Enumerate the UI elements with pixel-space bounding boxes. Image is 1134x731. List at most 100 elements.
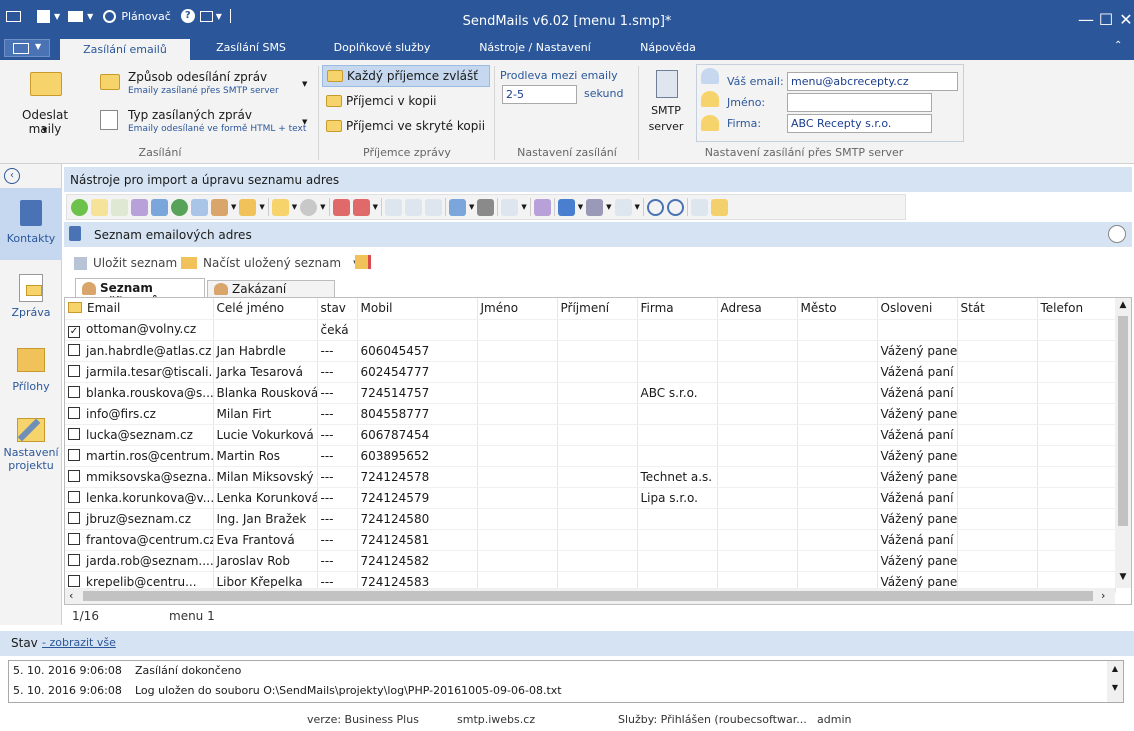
edit-icon[interactable] bbox=[424, 198, 442, 216]
cell-lastname[interactable] bbox=[557, 403, 638, 425]
cell-salutation[interactable]: Vážená paní bbox=[877, 424, 958, 446]
at-sign-icon[interactable] bbox=[300, 198, 318, 216]
table-row[interactable]: jarmila.tesar@tiscali... Jarka Tesarová --… bbox=[65, 361, 1116, 383]
cell-status[interactable]: --- bbox=[317, 424, 358, 446]
cell-mobile[interactable]: 724124579 bbox=[357, 487, 478, 509]
tab-tools[interactable]: Nástroje / Nastavení bbox=[470, 36, 600, 60]
cell-address[interactable] bbox=[717, 508, 798, 530]
history-icon[interactable] bbox=[1108, 225, 1126, 243]
cell-phone[interactable] bbox=[1037, 319, 1116, 341]
table-row[interactable]: info@firs.cz Milan Firt --- 804558777 Vážený… bbox=[65, 403, 1116, 425]
row-checkbox[interactable] bbox=[68, 532, 80, 545]
column-header-status[interactable]: stav bbox=[317, 298, 358, 320]
cell-lastname[interactable] bbox=[557, 319, 638, 341]
cell-fullname[interactable]: Blanka Rousková bbox=[213, 382, 318, 404]
column-header-address[interactable]: Adresa bbox=[717, 298, 798, 320]
cell-mobile[interactable]: 724124582 bbox=[357, 550, 478, 572]
row-checkbox[interactable] bbox=[68, 553, 80, 566]
cell-phone[interactable] bbox=[1037, 508, 1116, 530]
cell-status[interactable]: --- bbox=[317, 487, 358, 509]
cell-company[interactable] bbox=[637, 445, 718, 467]
cell-phone[interactable] bbox=[1037, 445, 1116, 467]
column-header-phone[interactable]: Telefon bbox=[1037, 298, 1116, 320]
cell-address[interactable] bbox=[717, 466, 798, 488]
cell-state[interactable] bbox=[957, 319, 1038, 341]
cell-city[interactable] bbox=[797, 550, 878, 572]
cell-mobile[interactable]: 606787454 bbox=[357, 424, 478, 446]
cell-address[interactable] bbox=[717, 529, 798, 551]
chevron-left-icon[interactable]: ‹ bbox=[69, 589, 73, 602]
cell-phone[interactable] bbox=[1037, 487, 1116, 509]
cell-phone[interactable] bbox=[1037, 550, 1116, 572]
name-input[interactable] bbox=[787, 93, 932, 112]
column-header-city[interactable]: Město bbox=[797, 298, 878, 320]
message-type-dropdown[interactable]: Typ zasílaných zpráv Emaily odesílané ve… bbox=[96, 106, 316, 140]
table-row[interactable]: lenka.korunkova@v... Lenka Korunková --- 72… bbox=[65, 487, 1116, 509]
preview-icon[interactable] bbox=[690, 198, 708, 216]
cell-fullname[interactable]: Milan Firt bbox=[213, 403, 318, 425]
cell-fullname[interactable]: Lenka Korunková bbox=[213, 487, 318, 509]
row-checkbox[interactable] bbox=[68, 427, 80, 440]
database-icon[interactable] bbox=[131, 198, 148, 216]
save-list-button[interactable]: Uložit seznam bbox=[74, 253, 177, 273]
cell-lastname[interactable] bbox=[557, 445, 638, 467]
chevron-up-icon[interactable]: ▲ bbox=[1115, 300, 1131, 310]
cell-mobile[interactable]: 602454777 bbox=[357, 361, 478, 383]
cell-company[interactable] bbox=[637, 550, 718, 572]
load-list-button[interactable]: Načíst uložený seznam ▼ bbox=[181, 253, 359, 273]
cell-company[interactable]: Technet a.s. bbox=[637, 466, 718, 488]
cell-city[interactable] bbox=[797, 508, 878, 530]
cell-city[interactable] bbox=[797, 382, 878, 404]
cell-fullname[interactable]: Jan Habrdle bbox=[213, 340, 318, 362]
cell-mobile[interactable]: 804558777 bbox=[357, 403, 478, 425]
cell-firstname[interactable] bbox=[477, 340, 558, 362]
check-icon[interactable] bbox=[557, 198, 575, 216]
cell-company[interactable]: Lipa s.r.o. bbox=[637, 487, 718, 509]
chevron-down-icon[interactable]: ▼ bbox=[1107, 683, 1123, 692]
cell-firstname[interactable] bbox=[477, 550, 558, 572]
cell-phone[interactable] bbox=[1037, 340, 1116, 362]
row-checkbox[interactable] bbox=[68, 574, 80, 587]
cell-firstname[interactable] bbox=[477, 487, 558, 509]
chevron-down-icon[interactable]: ▼ bbox=[521, 203, 526, 211]
cell-salutation[interactable]: Vážená paní bbox=[877, 529, 958, 551]
row-checkbox[interactable] bbox=[68, 511, 80, 524]
import-icon[interactable] bbox=[151, 198, 168, 216]
cell-status[interactable]: --- bbox=[317, 529, 358, 551]
cell-status[interactable]: --- bbox=[317, 550, 358, 572]
cell-email[interactable]: info@firs.cz bbox=[65, 403, 214, 425]
cell-email[interactable]: jan.habrdle@atlas.cz bbox=[65, 340, 214, 362]
column-header-email[interactable]: Email bbox=[65, 298, 214, 320]
cell-city[interactable] bbox=[797, 424, 878, 446]
cell-fullname[interactable] bbox=[213, 319, 318, 341]
company-input[interactable]: ABC Recepty s.r.o. bbox=[787, 114, 932, 133]
delete-list-icon[interactable] bbox=[355, 255, 371, 269]
cell-city[interactable] bbox=[797, 403, 878, 425]
table-row[interactable]: jan.habrdle@atlas.cz Jan Habrdle --- 606045… bbox=[65, 340, 1116, 362]
table-row[interactable]: lucka@seznam.cz Lucie Vokurková --- 6067874… bbox=[65, 424, 1116, 446]
cell-lastname[interactable] bbox=[557, 487, 638, 509]
cell-phone[interactable] bbox=[1037, 424, 1116, 446]
cell-phone[interactable] bbox=[1037, 382, 1116, 404]
table-row[interactable]: ✓ ottoman@volny.cz čeká bbox=[65, 319, 1116, 341]
list-icon[interactable] bbox=[501, 198, 519, 216]
close-button[interactable]: ✕ bbox=[1114, 10, 1134, 30]
column-header-salutation[interactable]: Osloveni bbox=[877, 298, 958, 320]
cell-company[interactable] bbox=[637, 424, 718, 446]
cell-address[interactable] bbox=[717, 340, 798, 362]
delay-input[interactable]: 2-5 bbox=[502, 85, 577, 104]
scrollbar-thumb[interactable] bbox=[83, 591, 1093, 601]
cell-city[interactable] bbox=[797, 340, 878, 362]
chevron-down-icon[interactable]: ▼ bbox=[231, 203, 236, 211]
cell-mobile[interactable]: 603895652 bbox=[357, 445, 478, 467]
row-checkbox[interactable] bbox=[68, 385, 80, 398]
cell-salutation[interactable]: Vážená paní bbox=[877, 382, 958, 404]
cell-salutation[interactable] bbox=[877, 319, 958, 341]
cell-status[interactable]: --- bbox=[317, 361, 358, 383]
cell-email[interactable]: blanka.rouskova@s... bbox=[65, 382, 214, 404]
scrollbar-thumb[interactable] bbox=[1118, 316, 1128, 526]
duplicate-icon[interactable] bbox=[404, 198, 422, 216]
cell-company[interactable]: ABC s.r.o. bbox=[637, 382, 718, 404]
cell-status[interactable]: --- bbox=[317, 445, 358, 467]
cell-state[interactable] bbox=[957, 508, 1038, 530]
